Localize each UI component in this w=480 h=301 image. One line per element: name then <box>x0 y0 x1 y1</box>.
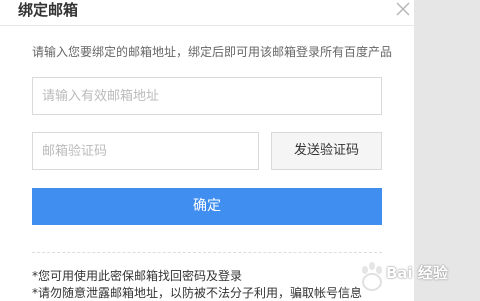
watermark-text: Bai 经验 <box>386 264 448 282</box>
note-security-warning: *请勿随意泄露邮箱地址，以防被不法分子利用，骗取帐号信息 <box>32 286 363 300</box>
notes-divider <box>32 252 382 253</box>
bind-email-dialog: 绑定邮箱 请输入您要绑定的邮箱地址，绑定后即可用该邮箱登录所有百度产品 发送验证… <box>0 0 414 301</box>
email-code-input[interactable] <box>32 132 259 170</box>
note-recover-password: *您可用使用此密保邮箱找回密码及登录 <box>32 269 243 283</box>
title-divider <box>0 25 414 26</box>
send-code-button[interactable]: 发送验证码 <box>271 132 382 170</box>
close-button[interactable] <box>393 0 413 20</box>
dialog-title: 绑定邮箱 <box>18 1 79 19</box>
email-input[interactable] <box>32 77 382 115</box>
confirm-button[interactable]: 确定 <box>32 188 382 225</box>
page-backdrop <box>414 0 480 301</box>
close-icon <box>396 2 410 16</box>
intro-text: 请输入您要绑定的邮箱地址，绑定后即可用该邮箱登录所有百度产品 <box>32 45 393 59</box>
